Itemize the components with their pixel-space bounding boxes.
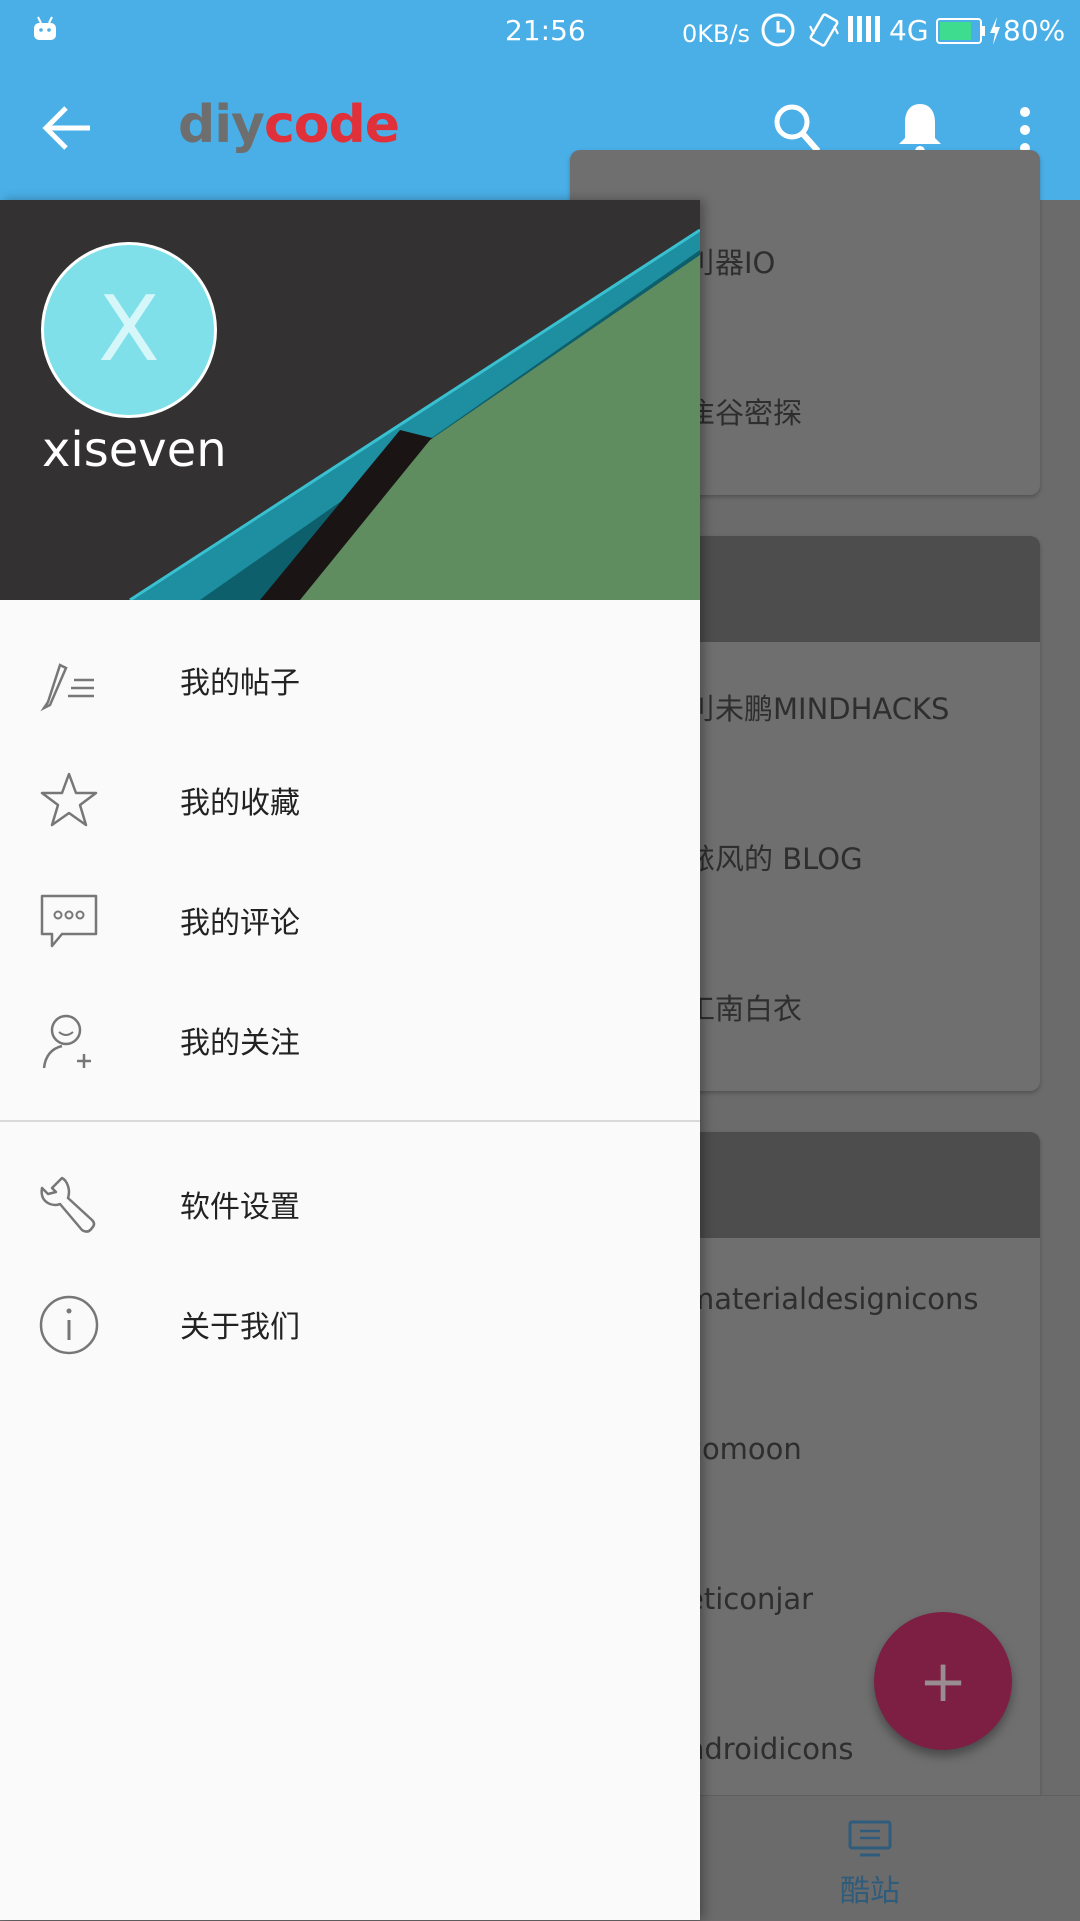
menu-label: 我的关注 — [180, 1026, 300, 1061]
charging-icon — [990, 17, 1000, 45]
network-speed: 0KB/s — [682, 20, 751, 48]
list-item[interactable]: ndroidicons — [686, 1732, 854, 1766]
list-item[interactable]: materialdesignicons — [686, 1282, 978, 1316]
signal-icon — [848, 16, 880, 42]
menu-item-settings[interactable]: 软件设置 — [0, 1148, 700, 1258]
list-item[interactable]: comoon — [686, 1432, 802, 1466]
edit-list-icon — [40, 663, 94, 712]
menu-item-my-favorites[interactable]: 我的收藏 — [0, 744, 700, 854]
status-time: 21:56 — [505, 14, 586, 47]
navigation-drawer: X xiseven 我的帖子 我的收藏 我的评论 我的关注 软件设置 关于我们 — [0, 200, 700, 1920]
vibrate-icon — [809, 13, 839, 47]
network-type: 4G — [889, 14, 929, 47]
add-fab-button[interactable]: + — [874, 1612, 1012, 1750]
plus-icon: + — [918, 1647, 968, 1715]
avatar[interactable]: X — [41, 242, 217, 418]
list-item[interactable]: 铱风的 BLOG — [686, 836, 863, 878]
menu-label: 我的评论 — [180, 906, 300, 941]
list-item[interactable]: 刂未鹏MINDHACKS — [686, 686, 949, 728]
logo-part-code: code — [263, 95, 400, 155]
person-add-icon — [42, 1014, 91, 1069]
logo-part-diy: diy — [178, 95, 265, 155]
status-bar: 21:56 0KB/s 4G 80% — [0, 0, 1080, 62]
list-item[interactable]: 工南白衣 — [686, 986, 802, 1028]
list-item[interactable]: 隹谷密探 — [686, 390, 802, 432]
username[interactable]: xiseven — [42, 422, 227, 478]
menu-divider — [0, 1120, 700, 1122]
more-options-icon[interactable] — [1010, 104, 1040, 156]
menu-item-my-comments[interactable]: 我的评论 — [0, 864, 700, 974]
menu-label: 我的帖子 — [180, 666, 300, 701]
tab-cool-sites[interactable]: 酷站 — [840, 1866, 900, 1910]
menu-label: 关于我们 — [180, 1310, 300, 1345]
app-logo: diycode — [178, 95, 400, 155]
battery-percent: 80% — [1003, 14, 1066, 47]
menu-label: 我的收藏 — [180, 786, 300, 821]
menu-item-about-us[interactable]: 关于我们 — [0, 1268, 700, 1378]
list-item[interactable]: eticonjar — [686, 1582, 813, 1616]
alarm-clock-icon — [761, 13, 795, 47]
battery-icon — [936, 18, 985, 44]
info-icon — [39, 1295, 99, 1355]
star-icon — [40, 772, 98, 827]
avatar-letter: X — [98, 277, 160, 382]
menu-label: 软件设置 — [180, 1190, 300, 1225]
search-icon[interactable] — [772, 102, 822, 156]
menu-item-my-posts[interactable]: 我的帖子 — [0, 624, 700, 734]
back-arrow-icon[interactable] — [40, 104, 96, 152]
monitor-icon[interactable] — [848, 1820, 892, 1858]
comment-icon — [40, 894, 98, 948]
android-notification-icon — [34, 16, 56, 40]
menu-item-my-follows[interactable]: 我的关注 — [0, 984, 700, 1094]
drawer-header: X xiseven — [0, 200, 700, 600]
wrench-icon — [40, 1176, 96, 1233]
